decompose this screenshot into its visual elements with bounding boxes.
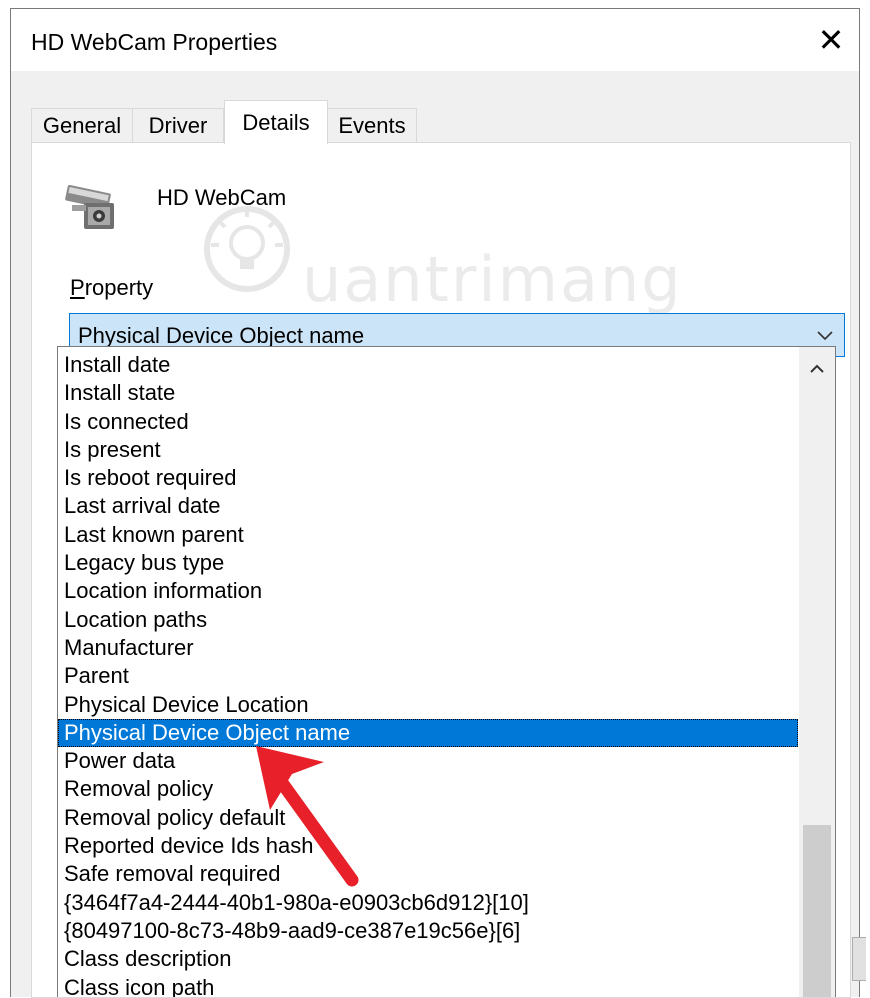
- list-item[interactable]: Is present: [58, 436, 798, 464]
- list-item[interactable]: Reported device Ids hash: [58, 832, 798, 860]
- list-item[interactable]: Install state: [58, 379, 798, 407]
- chevron-up-icon: [810, 364, 824, 373]
- watermark-logo: uantrimang: [192, 191, 692, 316]
- chevron-down-icon: [817, 331, 833, 341]
- list-item[interactable]: Class description: [58, 945, 798, 973]
- scroll-up-button[interactable]: [799, 347, 835, 391]
- webcam-device-icon: [65, 184, 114, 229]
- list-item[interactable]: Manufacturer: [58, 634, 798, 662]
- list-item[interactable]: Parent: [58, 662, 798, 690]
- vertical-scrollbar[interactable]: [799, 347, 835, 997]
- close-icon: ✕: [817, 22, 845, 58]
- tab-general[interactable]: General: [31, 108, 133, 142]
- watermark-text: uantrimang: [302, 243, 683, 316]
- list-item[interactable]: {80497100-8c73-48b9-aad9-ce387e19c56e}[6…: [58, 917, 798, 945]
- property-label: Property: [70, 275, 154, 300]
- red-annotation-arrow: [256, 746, 359, 887]
- lightbulb-icon: [204, 206, 290, 292]
- list-item[interactable]: Last known parent: [58, 521, 798, 549]
- property-dropdown-list[interactable]: Install date Install state Is connected …: [57, 346, 836, 997]
- list-item[interactable]: Class icon path: [58, 974, 798, 997]
- list-item[interactable]: Is reboot required: [58, 464, 798, 492]
- list-item-selected[interactable]: Physical Device Object name: [58, 718, 798, 748]
- scrollbar-thumb[interactable]: [803, 825, 831, 997]
- dropdown-items: Install date Install state Is connected …: [58, 351, 798, 997]
- list-item[interactable]: Legacy bus type: [58, 549, 798, 577]
- dialog-button-edge[interactable]: [852, 937, 866, 981]
- list-item[interactable]: Physical Device Location: [58, 691, 798, 719]
- list-item[interactable]: Location paths: [58, 606, 798, 634]
- tab-events[interactable]: Events: [327, 108, 417, 142]
- list-item[interactable]: Removal policy: [58, 775, 798, 803]
- tab-details[interactable]: Details: [224, 100, 328, 144]
- list-item[interactable]: Location information: [58, 577, 798, 605]
- list-item[interactable]: Last arrival date: [58, 492, 798, 520]
- list-item[interactable]: Removal policy default: [58, 804, 798, 832]
- title-bar: HD WebCam Properties ✕: [11, 9, 859, 71]
- list-item[interactable]: Safe removal required: [58, 860, 798, 888]
- tab-driver[interactable]: Driver: [132, 108, 224, 142]
- tab-strip: General Driver Details Events: [31, 100, 851, 144]
- close-button[interactable]: ✕: [803, 9, 859, 71]
- list-item[interactable]: Is connected: [58, 408, 798, 436]
- list-item[interactable]: Power data: [58, 747, 798, 775]
- window-title: HD WebCam Properties: [31, 29, 278, 55]
- list-item[interactable]: Install date: [58, 351, 798, 379]
- list-item[interactable]: {3464f7a4-2444-40b1-980a-e0903cb6d912}[1…: [58, 889, 798, 917]
